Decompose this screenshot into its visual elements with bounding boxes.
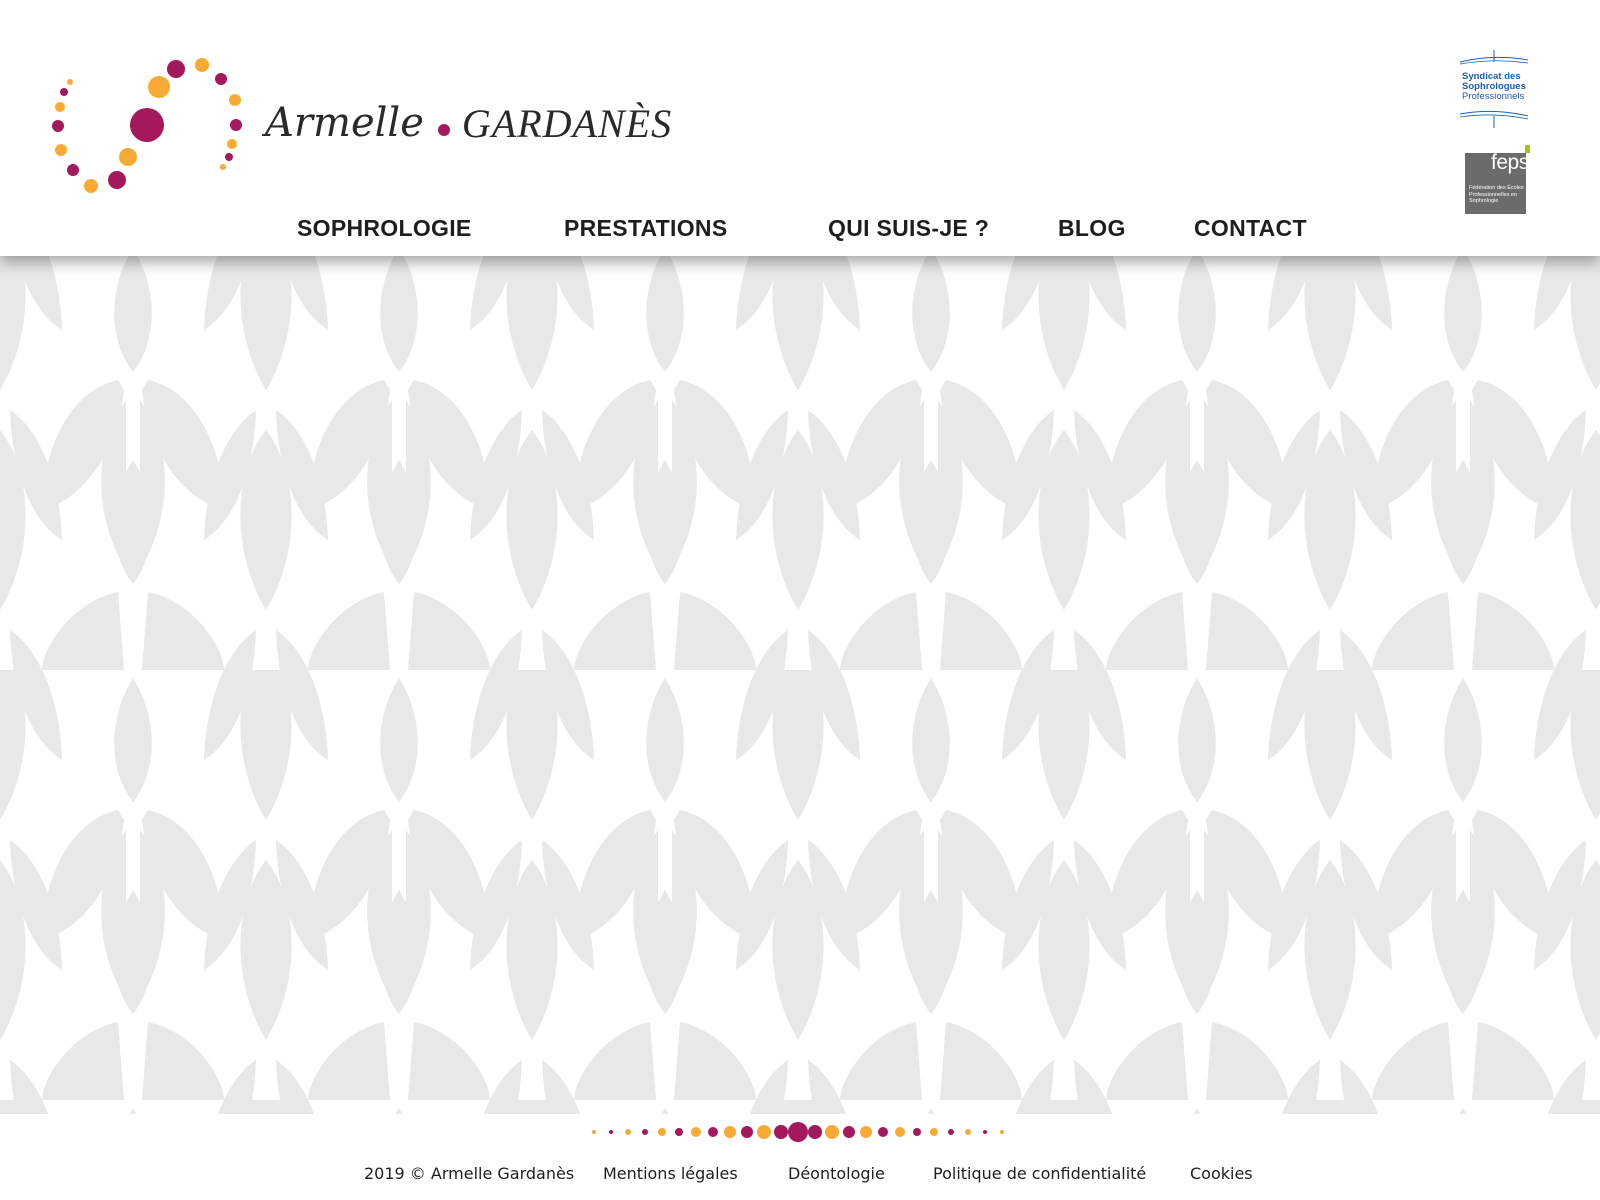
brand-name: Armelle GARDANÈS bbox=[265, 98, 672, 148]
nav-item-blog[interactable]: BLOG bbox=[1058, 210, 1126, 246]
leaf-pattern-icon bbox=[0, 256, 1600, 1114]
feps-subtitle: Fédération des Écoles Professionnelles e… bbox=[1469, 185, 1524, 204]
dotted-divider-icon bbox=[592, 1122, 1004, 1142]
footer-link-deontologie[interactable]: Déontologie bbox=[788, 1160, 885, 1188]
leaf-pattern-background bbox=[0, 256, 1600, 1114]
footer-link-politique-confidentialite[interactable]: Politique de confidentialité bbox=[933, 1160, 1146, 1188]
brand-first-name: Armelle bbox=[265, 100, 424, 146]
footer-link-cookies[interactable]: Cookies bbox=[1190, 1160, 1253, 1188]
brand-dot-icon bbox=[437, 124, 450, 136]
main-nav: SOPHROLOGIE PRESTATIONS QUI SUIS-JE ? BL… bbox=[0, 210, 1600, 246]
nav-item-qui-suis-je[interactable]: QUI SUIS-JE ? bbox=[828, 210, 989, 246]
nav-item-prestations[interactable]: PRESTATIONS bbox=[564, 210, 727, 246]
footer-link-mentions-legales[interactable]: Mentions légales bbox=[603, 1160, 738, 1188]
site-footer: 2019 © Armelle Gardanès Mentions légales… bbox=[0, 1114, 1600, 1200]
ssp-line-3: Professionnels bbox=[1462, 91, 1525, 102]
footer-links: 2019 © Armelle Gardanès Mentions légales… bbox=[0, 1160, 1600, 1188]
footer-copyright: 2019 © Armelle Gardanès bbox=[364, 1164, 575, 1183]
nav-item-sophrologie[interactable]: SOPHROLOGIE bbox=[297, 210, 472, 246]
ssp-badge[interactable]: Syndicat des Sophrologues Professionnels bbox=[1458, 50, 1530, 130]
dotted-spiral-logo-icon bbox=[52, 58, 242, 193]
feps-word: feps bbox=[1491, 151, 1529, 174]
brand-last-name: GARDANÈS bbox=[461, 100, 673, 146]
feps-badge[interactable]: feps Fédération des Écoles Professionnel… bbox=[1465, 145, 1533, 214]
site-header: Armelle GARDANÈS Syndicat des Sophrologu… bbox=[0, 0, 1600, 256]
nav-item-contact[interactable]: CONTACT bbox=[1194, 210, 1307, 246]
